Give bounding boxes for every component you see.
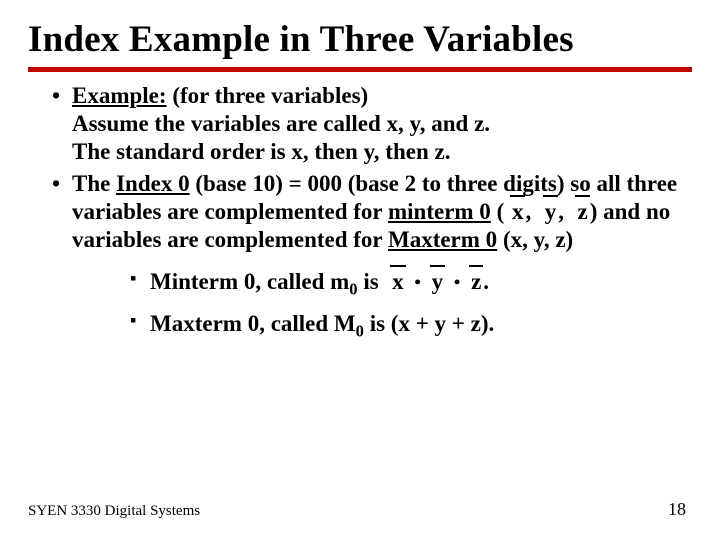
s2-sub: 0: [356, 322, 364, 341]
s1-sub: 0: [349, 280, 357, 299]
b2-p3: (: [491, 199, 504, 224]
example-label: Example:: [72, 83, 167, 108]
bullet1-rest: (for three variables): [167, 83, 369, 108]
xbar: x: [510, 198, 526, 226]
b2-p1: The: [72, 171, 116, 196]
b2-u3: Maxterm 0: [388, 227, 497, 252]
b2-p5: (x, y, z): [497, 227, 573, 252]
s1-p2: is: [358, 269, 385, 294]
s1-p1: Minterm 0, called m: [150, 269, 349, 294]
dot-icon: •: [451, 272, 463, 292]
bullet1-line3: The standard order is x, then y, then z.: [72, 139, 450, 164]
s1-xbar: x: [390, 268, 406, 296]
s2-p2: is (x + y + z).: [364, 311, 494, 336]
b2-u1: Index 0: [116, 171, 190, 196]
bullet-example: Example: (for three variables) Assume th…: [56, 82, 692, 166]
sub-bullet-maxterm: Maxterm 0, called M0 is (x + y + z).: [132, 310, 692, 338]
ybar: y: [543, 198, 559, 226]
slide-content: Example: (for three variables) Assume th…: [28, 82, 692, 338]
b2-u2: minterm 0: [388, 199, 491, 224]
slide-title: Index Example in Three Variables: [28, 18, 692, 61]
bullet1-line2: Assume the variables are called x, y, an…: [72, 111, 490, 136]
bullet-index: The Index 0 (base 10) = 000 (base 2 to t…: [56, 170, 692, 338]
zbar: z: [575, 198, 589, 226]
footer-text: SYEN 3330 Digital Systems: [28, 503, 200, 520]
dot-icon: •: [411, 272, 423, 292]
s1-zbar: z: [469, 268, 483, 296]
page-number: 18: [668, 499, 686, 520]
sub-bullet-minterm: Minterm 0, called m0 is x • y • z.: [132, 268, 692, 296]
s1-end: .: [483, 269, 489, 294]
s1-ybar: y: [430, 268, 446, 296]
title-underline: [28, 67, 692, 72]
b2-comma1: ,: [525, 199, 531, 224]
s2-p1: Maxterm 0, called M: [150, 311, 356, 336]
b2-comma2: ,: [558, 199, 564, 224]
